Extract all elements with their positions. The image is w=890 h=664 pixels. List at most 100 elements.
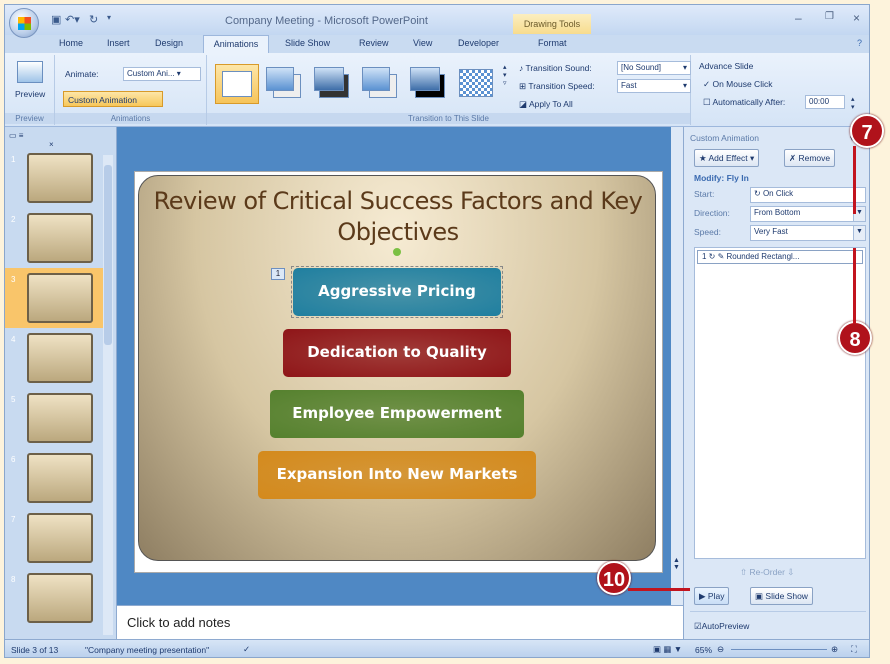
undo-icon[interactable]: ↶▾ [65, 13, 80, 26]
view-buttons[interactable]: ▣ ▦ ▼ [653, 644, 682, 655]
slide-thumbnail[interactable] [27, 333, 93, 383]
callout-8: 8 [838, 321, 872, 355]
tab-format[interactable]: Format [538, 38, 567, 48]
speed-dropdown-arrow[interactable]: ▼ [853, 226, 865, 240]
slide-number: 8 [11, 575, 16, 584]
slide-thumbnail[interactable] [27, 273, 93, 323]
slide-thumbnail[interactable] [27, 513, 93, 563]
selection-handles[interactable] [291, 266, 503, 318]
add-effect-button[interactable]: ★ Add Effect ▾ [694, 149, 760, 167]
tab-view[interactable]: View [413, 38, 432, 48]
animation-list: 1 ↻ ✎ Rounded Rectangl... [694, 247, 866, 559]
preview-button[interactable]: Preview [15, 89, 45, 99]
slide-canvas[interactable]: Review of Critical Success Factors and K… [134, 171, 663, 573]
transition-group: ▴ ▾ ▿ ♪ Transition Sound: [No Sound] ▾ ⊞ Tr… [207, 55, 691, 125]
custom-animation-pane: Custom Animation ▾ ★ Add Effect ▾ ✗ Remo… [683, 127, 869, 639]
redo-icon[interactable]: ↻ [89, 13, 98, 26]
speed-label: Speed: [694, 227, 721, 237]
preview-icon [17, 61, 43, 83]
reorder-control[interactable]: ⇧ Re-Order ⇩ [740, 567, 794, 578]
transition-speed-label: ⊞ Transition Speed: [519, 81, 595, 91]
help-icon[interactable]: ? [857, 38, 862, 48]
animate-value: Custom Ani... [127, 69, 175, 78]
transition-sound-dropdown[interactable]: [No Sound] ▾ [617, 61, 691, 75]
transition-dissolve[interactable] [455, 64, 499, 104]
rotation-handle[interactable] [393, 248, 401, 256]
gallery-scroll[interactable]: ▴ ▾ ▿ [503, 63, 507, 87]
tab-review[interactable]: Review [359, 38, 389, 48]
slide-number: 7 [11, 515, 16, 524]
time-spinner[interactable]: ▴ ▾ [851, 95, 855, 111]
tab-design[interactable]: Design [155, 38, 183, 48]
customize-qat-icon[interactable]: ▾ [107, 13, 111, 22]
restore-button[interactable]: ❐ [825, 11, 834, 22]
minimize-button[interactable]: – [795, 11, 802, 25]
shape-dedication-to-quality[interactable]: Dedication to Quality [283, 329, 511, 377]
tab-slide-show[interactable]: Slide Show [285, 38, 330, 48]
tab-insert[interactable]: Insert [107, 38, 130, 48]
automatically-after-checkbox[interactable]: ☐ Automatically After: [703, 97, 785, 108]
slide-number: 1 [11, 155, 16, 164]
advance-slide-group: Advance Slide ✓ On Mouse Click ☐ Automat… [691, 55, 869, 125]
remove-button[interactable]: ✗ Remove [784, 149, 836, 167]
zoom-slider[interactable] [731, 649, 827, 650]
zoom-level[interactable]: 65% [695, 645, 712, 655]
autopreview-checkbox[interactable]: ☑AutoPreview [694, 621, 749, 632]
fit-to-window-icon[interactable]: ⛶ [851, 644, 857, 655]
slides-panel: ▭ ≡ × 1 2 3 4 5 6 7 8 [5, 127, 117, 639]
close-button[interactable]: × [853, 11, 860, 25]
slide-thumbnail[interactable] [27, 573, 93, 623]
play-button[interactable]: ▶ Play [694, 587, 730, 605]
zoom-out-icon[interactable]: ⊖ [717, 644, 724, 655]
transition-none[interactable] [215, 64, 259, 104]
transition-cut-black[interactable] [407, 64, 451, 104]
office-logo-icon [18, 17, 31, 30]
main-scrollbar[interactable]: ▲ ▼ [671, 127, 683, 605]
zoom-in-icon[interactable]: ⊕ [831, 644, 838, 655]
slide-number: 5 [11, 395, 16, 404]
tab-home[interactable]: Home [59, 38, 83, 48]
direction-dropdown[interactable]: From Bottom ▼ [750, 206, 866, 222]
drawing-tools-context: Drawing Tools [513, 14, 591, 34]
callout-7: 7 [850, 114, 884, 148]
shape-employee-empowerment[interactable]: Employee Empowerment [270, 390, 524, 438]
group-label: Animations [55, 113, 206, 124]
slide-editing-area: Review of Critical Success Factors and K… [117, 127, 683, 605]
slide-thumbnail[interactable] [27, 213, 93, 263]
slide-show-button[interactable]: ▣ Slide Show [750, 587, 813, 605]
slide-thumbnail[interactable] [27, 153, 93, 203]
tab-animations[interactable]: Animations [203, 35, 269, 53]
transition-cut[interactable] [359, 64, 403, 104]
transition-speed-dropdown[interactable]: Fast ▾ [617, 79, 691, 93]
shape-expansion-into-new-markets[interactable]: Expansion Into New Markets [258, 451, 536, 499]
transition-fade-black[interactable] [311, 64, 355, 104]
speed-dropdown[interactable]: Very Fast ▼ [750, 225, 866, 241]
apply-to-all-button[interactable]: ◪ Apply To All [519, 99, 573, 110]
custom-animation-button[interactable]: Custom Animation [63, 91, 163, 107]
modify-label: Modify: Fly In [694, 173, 749, 183]
office-button[interactable] [9, 8, 39, 38]
transition-sound-label: ♪ Transition Sound: [519, 63, 592, 73]
slide-thumbnail[interactable] [27, 393, 93, 443]
slide-title[interactable]: Review of Critical Success Factors and K… [139, 186, 657, 248]
animation-list-item[interactable]: 1 ↻ ✎ Rounded Rectangl... [697, 250, 863, 264]
callout-8-arrow [853, 248, 856, 324]
group-label: Transition to This Slide [207, 113, 690, 124]
animation-order-tag[interactable]: 1 [271, 268, 285, 280]
slide-number: 6 [11, 455, 16, 464]
slide-thumbnail[interactable] [27, 453, 93, 503]
panel-tabs[interactable]: ▭ ≡ × [9, 131, 59, 149]
start-dropdown[interactable]: ↻ On Click [750, 187, 866, 203]
notes-pane[interactable]: Click to add notes [117, 605, 683, 639]
auto-after-time[interactable]: 00:00 [805, 95, 845, 109]
slide-number: 3 [11, 275, 16, 284]
on-mouse-click-checkbox[interactable]: ✓ On Mouse Click [703, 79, 772, 90]
animate-dropdown[interactable]: Custom Ani... ▾ [123, 67, 201, 81]
custom-animation-label: Custom Animation [68, 95, 137, 105]
save-icon[interactable]: ▣ [51, 13, 61, 26]
powerpoint-window: ▣ ↶▾ ↻ ▾ Company Meeting - Microsoft Pow… [4, 4, 870, 658]
spell-check-icon[interactable]: ✓ [243, 644, 250, 655]
slides-scrollbar[interactable] [103, 155, 113, 635]
tab-developer[interactable]: Developer [458, 38, 499, 48]
transition-fade[interactable] [263, 64, 307, 104]
